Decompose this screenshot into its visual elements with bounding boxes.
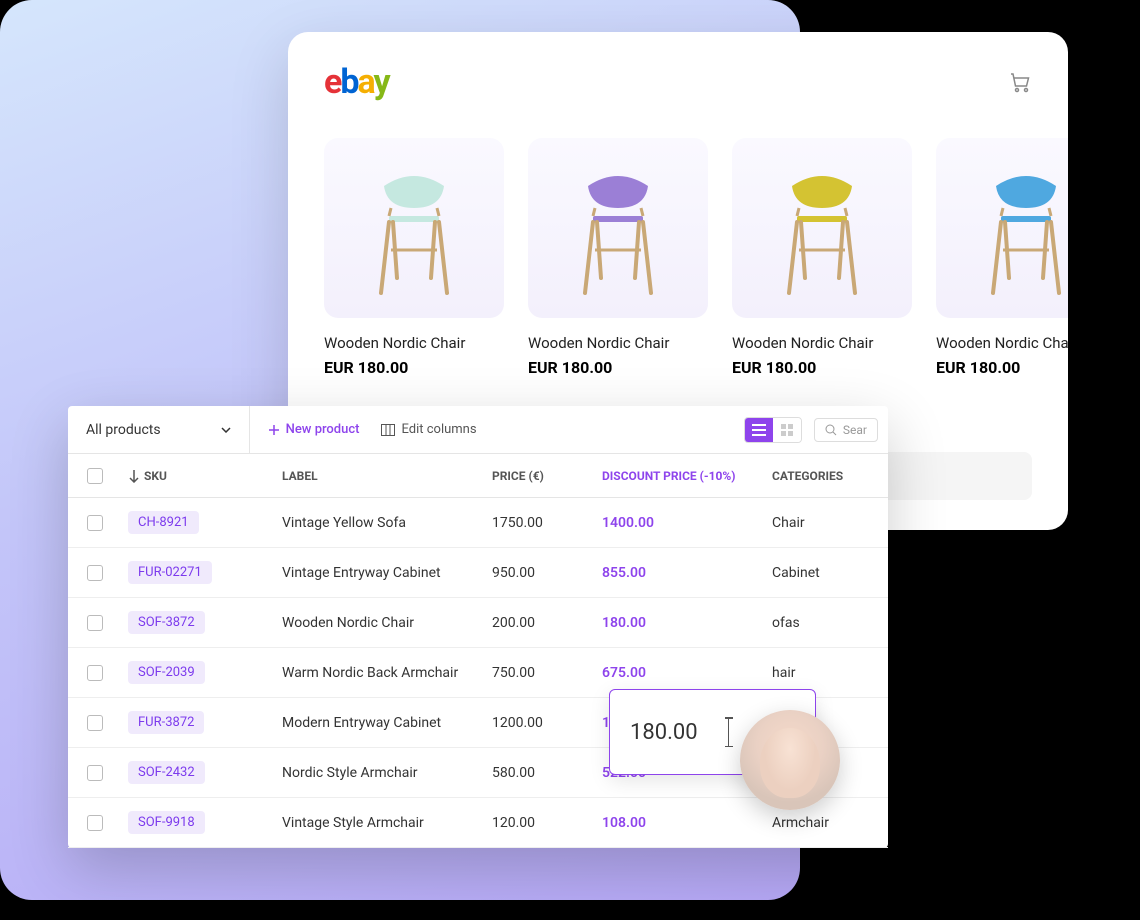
filter-label: All products	[86, 422, 161, 438]
row-checkbox[interactable]	[87, 665, 103, 681]
row-checkbox[interactable]	[87, 765, 103, 781]
table-row[interactable]: CH-8921 Vintage Yellow Sofa 1750.00 1400…	[68, 498, 888, 548]
chevron-down-icon	[221, 427, 231, 433]
product-image	[324, 138, 504, 318]
cell-label: Warm Nordic Back Armchair	[282, 665, 492, 681]
view-toggle	[744, 417, 802, 443]
product-price: EUR 180.00	[936, 358, 1068, 377]
product-card[interactable]: Wooden Nordic Chair EUR 180.00	[528, 138, 708, 377]
cell-price: 200.00	[492, 615, 602, 631]
list-view-button[interactable]	[745, 418, 773, 442]
sku-tag[interactable]: SOF-3872	[128, 611, 205, 634]
sku-tag[interactable]: SOF-2432	[128, 761, 205, 784]
user-avatar[interactable]	[740, 710, 840, 810]
text-cursor-icon	[728, 717, 730, 747]
cell-price: 1200.00	[492, 715, 602, 731]
cell-price: 1750.00	[492, 515, 602, 531]
cell-label: Nordic Style Armchair	[282, 765, 492, 781]
ebay-logo: ebay	[324, 62, 389, 102]
search-icon	[825, 424, 837, 436]
sku-tag[interactable]: SOF-9918	[128, 811, 205, 834]
header-label[interactable]: LABEL	[282, 469, 492, 483]
cell-category: Cabinet	[772, 565, 888, 581]
product-image	[936, 138, 1068, 318]
cell-label: Vintage Entryway Cabinet	[282, 565, 492, 581]
product-image	[528, 138, 708, 318]
table-header: SKU LABEL PRICE (€) DISCOUNT PRICE (-10%…	[68, 454, 888, 498]
edit-value: 180.00	[630, 720, 698, 745]
plus-icon	[268, 424, 280, 436]
product-card[interactable]: Wooden Nordic Chair EUR 180.00	[732, 138, 912, 377]
product-title: Wooden Nordic Chair	[936, 334, 1068, 352]
grid-view-button[interactable]	[773, 418, 801, 442]
product-grid: Wooden Nordic Chair EUR 180.00 Wooden No…	[324, 138, 1032, 377]
table-row[interactable]: SOF-3872 Wooden Nordic Chair 200.00 180.…	[68, 598, 888, 648]
grid-icon	[781, 424, 793, 436]
sku-tag[interactable]: FUR-3872	[128, 711, 204, 734]
sort-arrow-icon	[128, 469, 140, 483]
product-image	[732, 138, 912, 318]
row-checkbox[interactable]	[87, 615, 103, 631]
cell-price: 950.00	[492, 565, 602, 581]
cell-price: 120.00	[492, 815, 602, 831]
row-checkbox[interactable]	[87, 715, 103, 731]
header-price[interactable]: PRICE (€)	[492, 469, 602, 483]
search-placeholder-block	[872, 452, 1032, 500]
row-checkbox[interactable]	[87, 515, 103, 531]
header-discount[interactable]: DISCOUNT PRICE (-10%)	[602, 469, 772, 483]
cell-category: hair	[772, 665, 888, 681]
product-title: Wooden Nordic Chair	[324, 334, 504, 352]
row-checkbox[interactable]	[87, 565, 103, 581]
cell-label: Wooden Nordic Chair	[282, 615, 492, 631]
cell-discount[interactable]: 108.00	[602, 815, 772, 831]
table-row[interactable]: FUR-02271 Vintage Entryway Cabinet 950.0…	[68, 548, 888, 598]
new-product-button[interactable]: New product	[268, 422, 360, 437]
product-title: Wooden Nordic Chair	[732, 334, 912, 352]
cell-category: ofas	[772, 615, 888, 631]
header-sku[interactable]: SKU	[122, 469, 282, 483]
cart-icon[interactable]	[1008, 70, 1032, 94]
search-input[interactable]: Sear	[814, 418, 878, 442]
list-icon	[752, 424, 766, 436]
select-all-checkbox[interactable]	[87, 468, 103, 484]
product-card[interactable]: Wooden Nordic Chair EUR 180.00	[936, 138, 1068, 377]
sku-tag[interactable]: CH-8921	[128, 511, 199, 534]
sku-tag[interactable]: FUR-02271	[128, 561, 212, 584]
product-card[interactable]: Wooden Nordic Chair EUR 180.00	[324, 138, 504, 377]
product-title: Wooden Nordic Chair	[528, 334, 708, 352]
cell-label: Vintage Yellow Sofa	[282, 515, 492, 531]
edit-columns-button[interactable]: Edit columns	[381, 422, 476, 437]
cell-category: Armchair	[772, 815, 888, 831]
product-price: EUR 180.00	[324, 358, 504, 377]
toolbar: All products New product Edit columns Se…	[68, 406, 888, 454]
table-row[interactable]: SOF-9918 Vintage Style Armchair 120.00 1…	[68, 798, 888, 848]
cell-discount[interactable]: 180.00	[602, 615, 772, 631]
cell-price: 580.00	[492, 765, 602, 781]
product-price: EUR 180.00	[528, 358, 708, 377]
sku-tag[interactable]: SOF-2039	[128, 661, 205, 684]
cell-label: Vintage Style Armchair	[282, 815, 492, 831]
product-price: EUR 180.00	[732, 358, 912, 377]
columns-icon	[381, 424, 395, 436]
header-categories[interactable]: CATEGORIES	[772, 469, 888, 483]
cell-label: Modern Entryway Cabinet	[282, 715, 492, 731]
row-checkbox[interactable]	[87, 815, 103, 831]
cell-discount[interactable]: 1400.00	[602, 515, 772, 531]
cell-discount[interactable]: 855.00	[602, 565, 772, 581]
cell-category: Chair	[772, 515, 888, 531]
cell-discount[interactable]: 675.00	[602, 665, 772, 681]
cell-price: 750.00	[492, 665, 602, 681]
filter-dropdown[interactable]: All products	[68, 406, 250, 453]
